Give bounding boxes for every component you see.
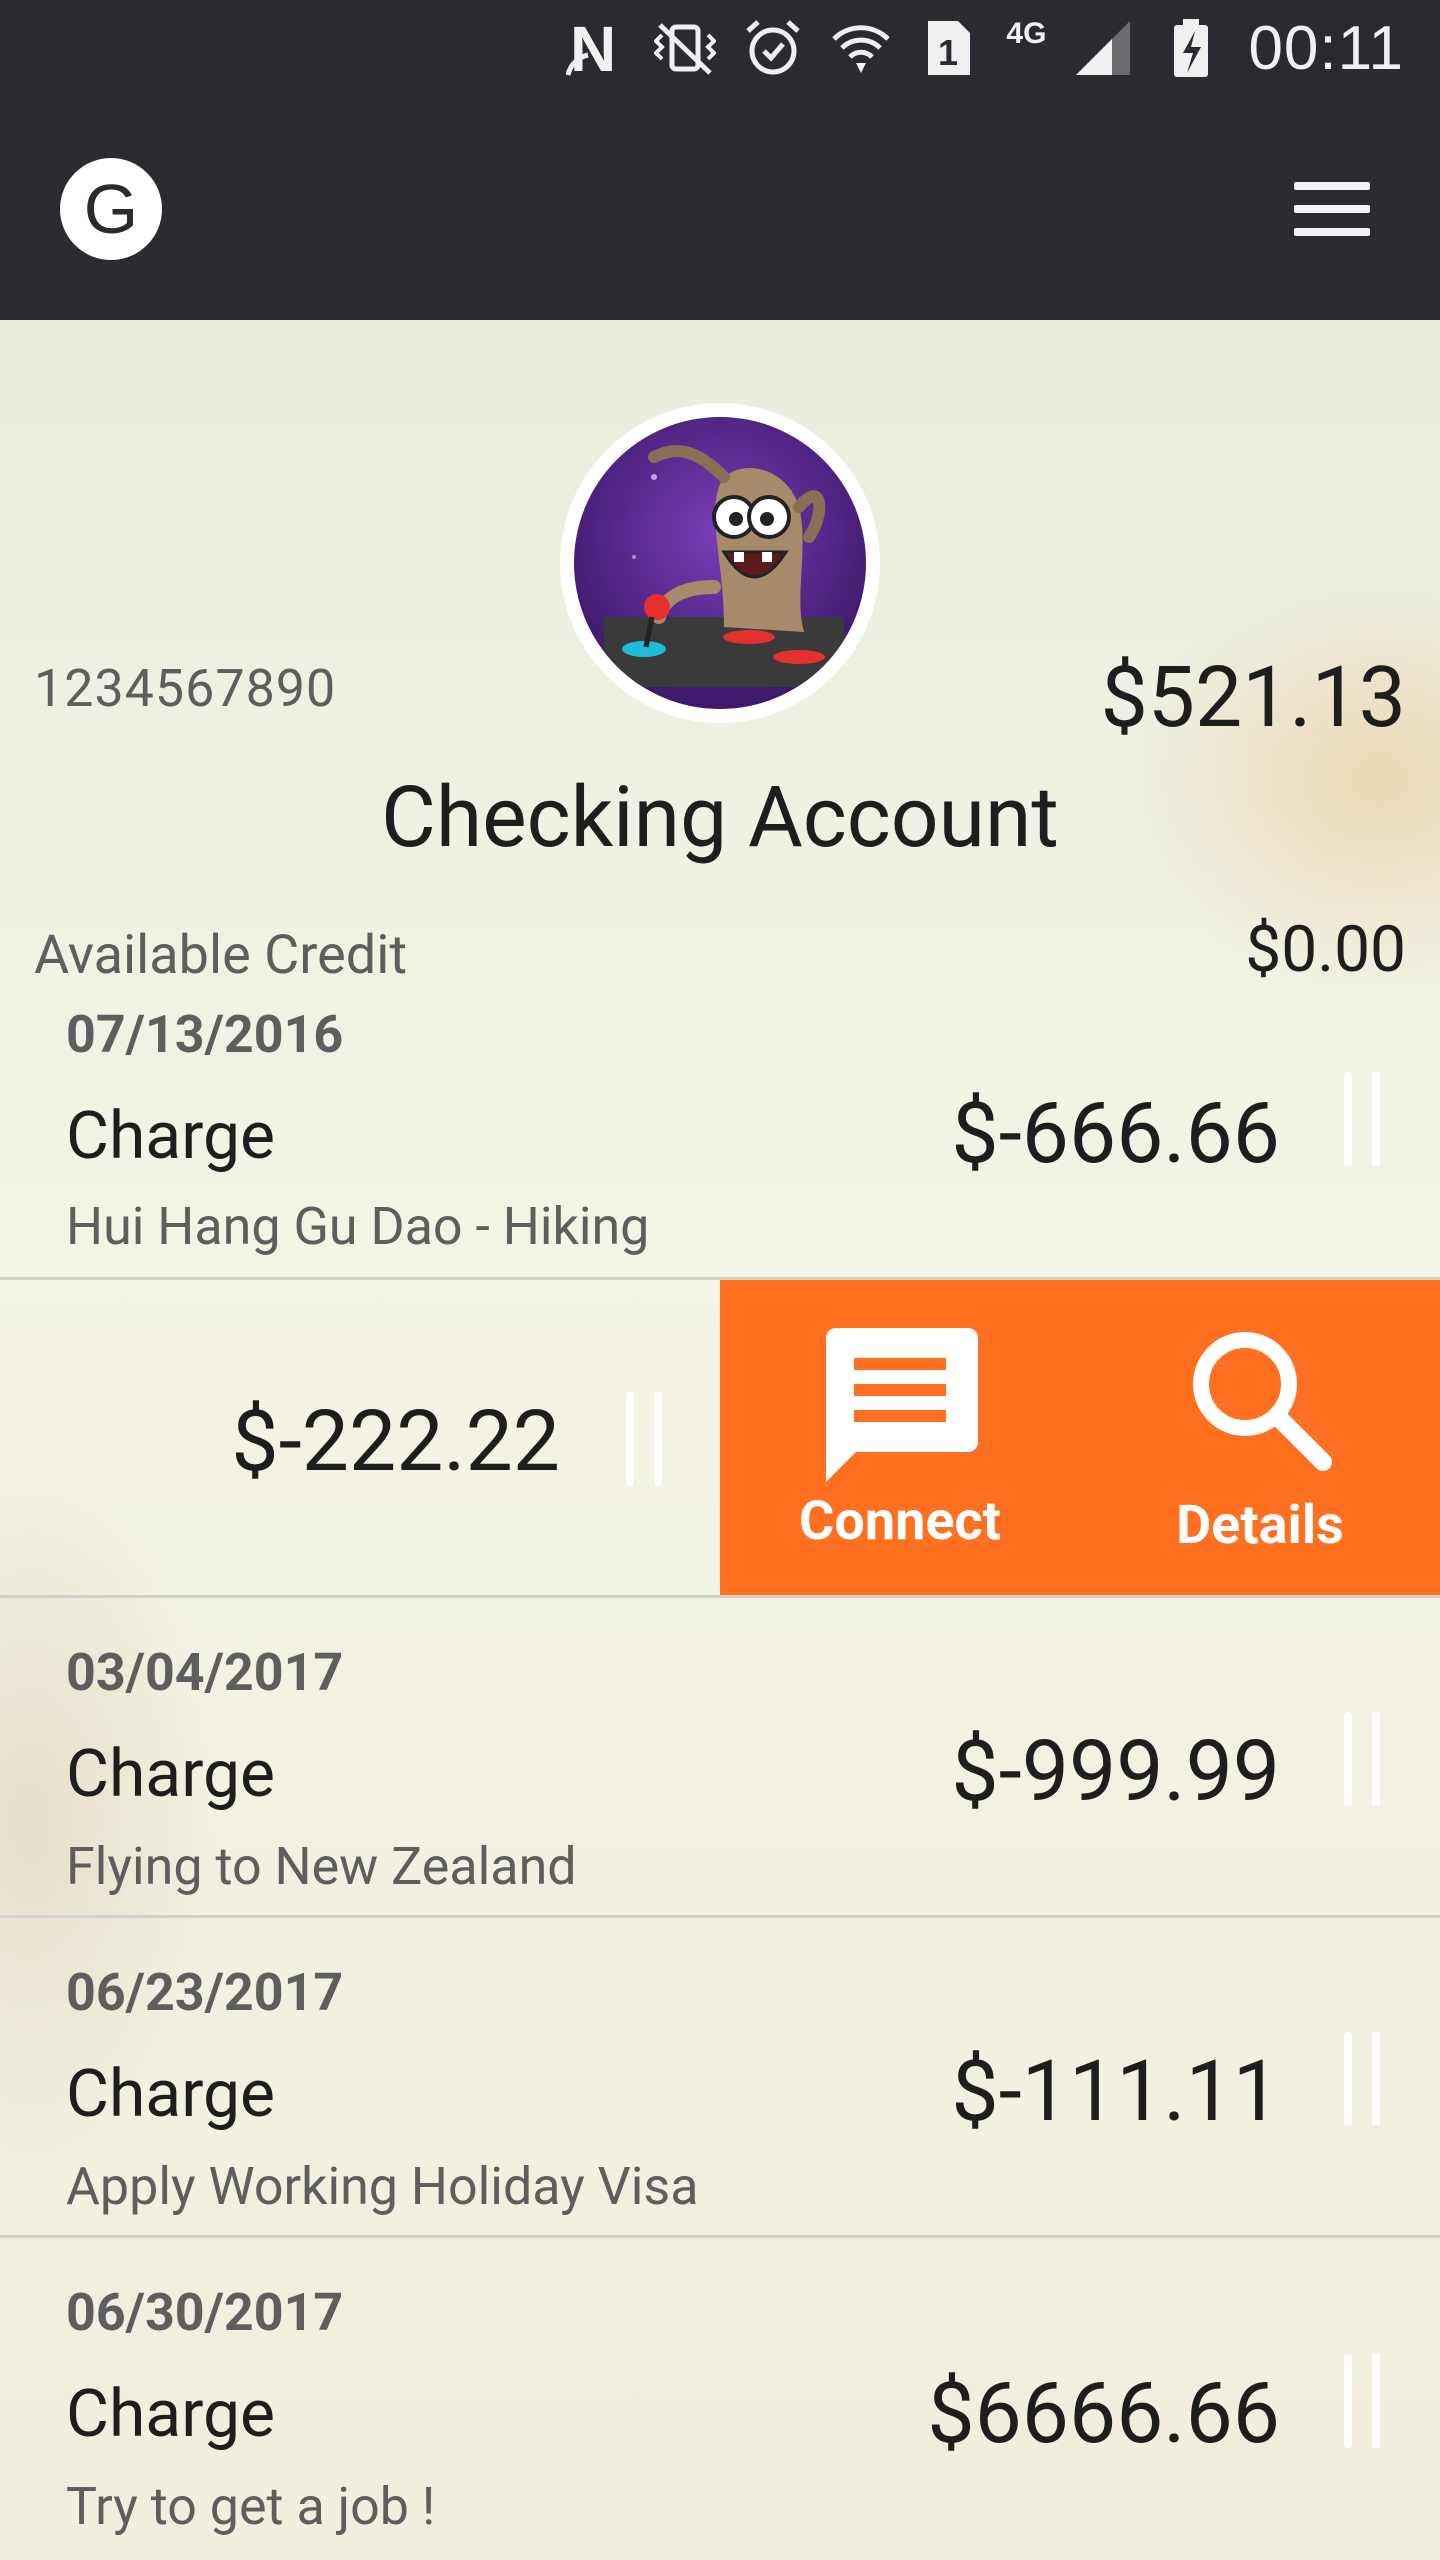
- battery-charging-icon: [1160, 17, 1222, 79]
- transaction-description: Try to get a job !: [66, 2476, 436, 2537]
- transaction-type: Charge: [66, 2056, 276, 2133]
- swipe-actions: Connect Details: [720, 1280, 1440, 1595]
- transaction-date: 06/30/2017: [66, 2282, 344, 2343]
- transaction-amount: $-999.99: [951, 1722, 1280, 1821]
- nfc-icon: N: [566, 17, 628, 79]
- network-type-icon: 4G: [1006, 17, 1046, 79]
- transaction-description: Apply Working Holiday Visa: [66, 2156, 699, 2217]
- transaction-date: 03/04/2017: [66, 1642, 344, 1703]
- vibrate-mute-icon: [654, 17, 717, 79]
- transaction-amount: $6666.66: [927, 2364, 1280, 2463]
- transaction-row[interactable]: 07/13/2016 Charge Hui Hang Gu Dao - Hiki…: [0, 980, 1440, 1280]
- transaction-date: 06/23/2017: [66, 1962, 344, 2023]
- avatar[interactable]: [560, 403, 880, 723]
- account-balance: $521.13: [1100, 648, 1406, 747]
- svg-text:1: 1: [938, 32, 958, 73]
- wifi-icon: [830, 17, 892, 79]
- drag-handle-icon[interactable]: [1344, 2032, 1380, 2126]
- drag-handle-icon[interactable]: [1344, 1072, 1380, 1166]
- signal-icon: [1072, 17, 1134, 79]
- transaction-description: Flying to New Zealand: [66, 1836, 577, 1897]
- transaction-amount: $-666.66: [951, 1084, 1280, 1183]
- available-credit-label: Available Credit: [34, 924, 407, 987]
- transaction-row[interactable]: 06/23/2017 Charge Apply Working Holiday …: [0, 1918, 1440, 2238]
- transaction-date: 07/13/2016: [66, 1004, 344, 1065]
- transaction-row[interactable]: 03/04/2017 Charge Flying to New Zealand …: [0, 1598, 1440, 1918]
- transaction-row[interactable]: 06/30/2017 Charge Try to get a job ! $66…: [0, 2238, 1440, 2560]
- transaction-type: Charge: [66, 2376, 276, 2453]
- transaction-amount: $-111.11: [951, 2042, 1280, 2141]
- transaction-type: Charge: [66, 1736, 276, 1813]
- transaction-type: Charge: [66, 1098, 276, 1175]
- clock: 00:11: [1248, 13, 1404, 83]
- app-bar: G: [0, 96, 1440, 320]
- search-icon: [1193, 1332, 1332, 1471]
- avatar-image: [574, 417, 866, 709]
- details-label: Details: [1176, 1494, 1344, 1557]
- account-number: 1234567890: [34, 658, 337, 719]
- network-type-label: 4G: [1006, 17, 1047, 50]
- transaction-amount: $-222.22: [231, 1392, 560, 1491]
- transaction-description: Hui Hang Gu Dao - Hiking: [66, 1196, 650, 1257]
- sim-slot-icon: 1: [918, 17, 980, 79]
- drag-handle-icon[interactable]: [626, 1392, 662, 1486]
- details-button[interactable]: Details: [1080, 1280, 1440, 1595]
- connect-button[interactable]: Connect: [720, 1280, 1080, 1595]
- status-bar: N 1 4G 00:11: [0, 0, 1440, 96]
- connect-label: Connect: [799, 1490, 1001, 1553]
- available-credit-value: $0.00: [1245, 912, 1406, 987]
- app-logo[interactable]: G: [60, 158, 162, 260]
- svg-text:N: N: [570, 17, 616, 79]
- drag-handle-icon[interactable]: [1344, 1712, 1380, 1806]
- hamburger-menu-icon[interactable]: [1294, 182, 1370, 236]
- alarm-icon: [742, 17, 804, 79]
- drag-handle-icon[interactable]: [1344, 2354, 1380, 2448]
- account-title: Checking Account: [381, 768, 1059, 867]
- chat-icon: [826, 1328, 978, 1482]
